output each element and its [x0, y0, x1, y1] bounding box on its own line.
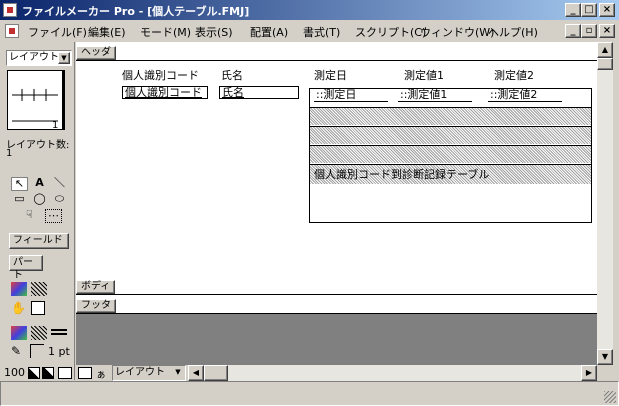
scroll-left-icon[interactable]: ◀ [188, 365, 204, 381]
menu-file[interactable]: ファイル(F) [28, 24, 87, 40]
portal-row [310, 126, 591, 144]
menu-arrange[interactable]: 配置(A) [250, 24, 288, 40]
portal[interactable]: ::測定日 ::測定値1 ::測定値2 個人識別コード到診断記録テーブル [309, 88, 592, 223]
tool-panel: レイアウト1 ▼ 1 レイアウト数: 1 ↖ A ＼ ▭ ◯ ⬭ ☟ ⋯ フィー… [0, 42, 75, 380]
header-divider [76, 60, 597, 61]
layout-count: 1 [6, 148, 13, 159]
column-label-name: 氏名 [221, 69, 243, 82]
portal-relation-label: 個人識別コード到診断記録テーブル [314, 168, 490, 181]
scroll-down-icon[interactable]: ▼ [597, 349, 613, 365]
text-tool-icon[interactable]: A [31, 177, 48, 191]
vertical-scroll-thumb[interactable] [597, 58, 613, 70]
close-button[interactable]: × [599, 3, 615, 17]
bottom-toolbar: 100 ぁ レイアウト ▼ ◀ ▶ [0, 365, 619, 381]
portal-tool-icon[interactable]: ⋯ [45, 209, 62, 223]
part-tool-button[interactable]: パート [9, 255, 43, 281]
maximize-button[interactable]: □ [581, 3, 597, 17]
line-width-value: 1 pt [48, 345, 70, 358]
status-bar [0, 381, 619, 406]
line-tool-icon[interactable]: ＼ [51, 177, 68, 191]
book-page-number: 1 [52, 120, 59, 131]
chevron-down-icon: ▼ [58, 52, 70, 64]
line-width-icon[interactable] [30, 344, 44, 358]
field-value2[interactable]: ::測定値2 [488, 89, 562, 102]
portal-row: 個人識別コード到診断記録テーブル [310, 164, 591, 184]
resize-grip-icon[interactable] [604, 391, 616, 403]
body-part-label[interactable]: ボディ [76, 280, 116, 294]
doc-minimize-button[interactable]: _ [565, 24, 581, 38]
fill-effect-icon[interactable]: ✋ [11, 301, 26, 315]
doc-restore-button[interactable]: ▫ [581, 24, 597, 38]
fill-pattern-icon[interactable] [31, 282, 47, 296]
zoom-level[interactable]: 100 [4, 366, 25, 379]
mode-selector-value: レイアウト [115, 367, 165, 378]
menu-format[interactable]: 書式(T) [303, 24, 340, 40]
line-style-icon[interactable] [51, 326, 67, 340]
oval-tool-icon[interactable]: ⬭ [51, 193, 68, 207]
portal-row [310, 107, 591, 125]
window-title: ファイルメーカー Pro - [個人テーブル.FMJ] [22, 5, 250, 18]
book-spine [63, 70, 65, 130]
chevron-down-icon: ▼ [175, 368, 181, 376]
footer-part-label[interactable]: フッタ [76, 299, 116, 313]
text-mode-icon[interactable]: ぁ [96, 366, 106, 381]
field-value1[interactable]: ::測定値1 [398, 89, 472, 102]
menu-view[interactable]: 表示(S) [195, 24, 233, 40]
menu-mode[interactable]: モード(M) [140, 24, 191, 40]
menu-bar: ファイル(F) 編集(E) モード(M) 表示(S) 配置(A) 書式(T) ス… [0, 20, 619, 42]
mode-selector[interactable]: レイアウト ▼ [112, 365, 186, 381]
field-name[interactable]: 氏名 [219, 86, 299, 99]
layout-canvas[interactable]: ヘッダ 個人識別コード 氏名 測定日 測定値1 測定値2 個人識別コード 氏名 … [76, 42, 597, 314]
layout-selector-value: レイアウト1 [9, 52, 66, 63]
portal-row [310, 145, 591, 163]
horizontal-scroll-thumb[interactable] [204, 365, 228, 381]
fill-color-icon[interactable] [11, 282, 27, 296]
vertical-scrollbar[interactable]: ▲ ▼ [597, 42, 613, 365]
menu-edit[interactable]: 編集(E) [88, 24, 126, 40]
pointer-tool-icon[interactable]: ↖ [11, 177, 28, 191]
menu-scripts[interactable]: スクリプト(C) [355, 24, 426, 40]
scroll-up-icon[interactable]: ▲ [597, 42, 613, 58]
mode-icon[interactable] [78, 367, 92, 379]
column-label-value2: 測定値2 [494, 69, 534, 82]
scroll-right-icon[interactable]: ▶ [581, 365, 597, 381]
zoom-out-icon[interactable] [28, 367, 40, 379]
line-color-icon[interactable] [11, 326, 27, 340]
column-label-date: 測定日 [314, 69, 347, 82]
field-date[interactable]: ::測定日 [314, 89, 388, 102]
zoom-in-icon[interactable] [42, 367, 54, 379]
object-effect-icon[interactable] [31, 301, 45, 315]
line-pattern-icon[interactable] [31, 326, 47, 340]
column-label-value1: 測定値1 [404, 69, 444, 82]
title-bar: ファイルメーカー Pro - [個人テーブル.FMJ] _ □ × [0, 0, 619, 20]
layout-empty-area [76, 314, 597, 365]
horizontal-scroll-track[interactable] [228, 365, 581, 381]
rounded-rect-tool-icon[interactable]: ◯ [31, 193, 48, 207]
field-tool-button[interactable]: フィールド [9, 233, 69, 249]
app-icon [3, 3, 17, 17]
column-label-id: 個人識別コード [122, 69, 199, 82]
layout-selector[interactable]: レイアウト1 ▼ [6, 50, 72, 66]
status-area-toggle-icon[interactable] [58, 367, 72, 379]
rectangle-tool-icon[interactable]: ▭ [11, 193, 28, 207]
pen-icon[interactable]: ✎ [11, 344, 21, 358]
menu-window[interactable]: ウィンドウ(W) [420, 24, 494, 40]
body-divider [76, 294, 597, 295]
menu-help[interactable]: ヘルプ(H) [488, 24, 538, 40]
document-icon[interactable] [5, 24, 19, 38]
layout-count-label: レイアウト数: [6, 140, 70, 151]
button-tool-icon[interactable]: ☟ [21, 209, 38, 223]
minimize-button[interactable]: _ [565, 3, 581, 17]
field-id[interactable]: 個人識別コード [122, 86, 208, 99]
header-part-label[interactable]: ヘッダ [76, 46, 116, 60]
doc-close-button[interactable]: × [599, 24, 615, 38]
